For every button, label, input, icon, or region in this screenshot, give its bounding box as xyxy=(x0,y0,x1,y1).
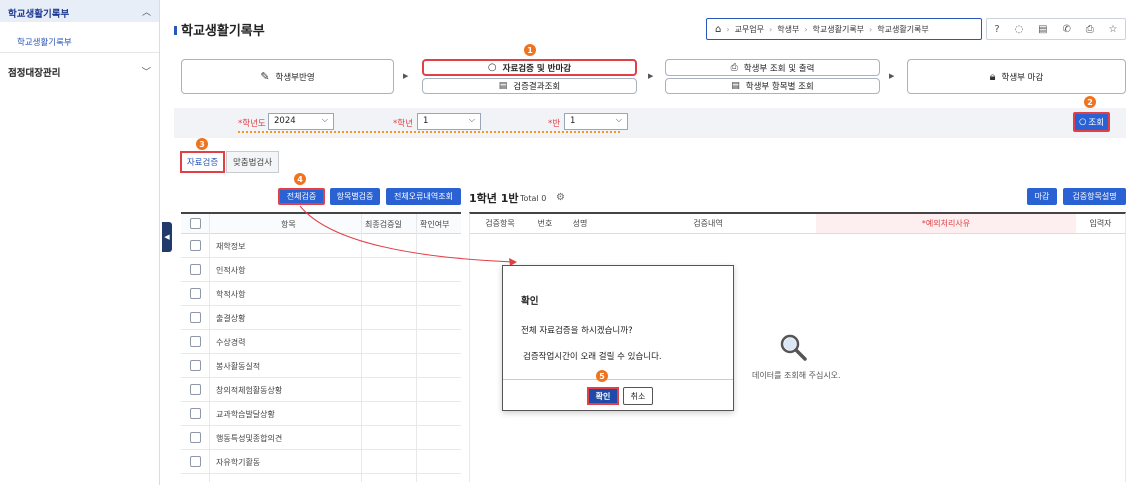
dialog-footer: 확인 취소 xyxy=(503,379,733,410)
confirm-dialog: 확인 전체 자료검증을 하시겠습니까? 검증작업시간이 오래 걸릴 수 있습니다… xyxy=(502,265,734,411)
annotation-arrow xyxy=(299,205,517,266)
step-badge: 3 xyxy=(196,138,208,150)
step-badge: 2 xyxy=(1084,96,1096,108)
dialog-message: 검증작업시간이 오래 걸릴 수 있습니다. xyxy=(523,352,662,362)
dialog-message: 전체 자료검증을 하시겠습니까? xyxy=(521,326,633,336)
step-badge: 4 xyxy=(294,173,306,185)
confirm-button[interactable]: 확인 xyxy=(587,387,619,405)
dialog-title: 확인 xyxy=(521,296,539,307)
cancel-button[interactable]: 취소 xyxy=(623,387,653,405)
step-badge: 1 xyxy=(524,44,536,56)
step-badge: 5 xyxy=(596,370,608,382)
